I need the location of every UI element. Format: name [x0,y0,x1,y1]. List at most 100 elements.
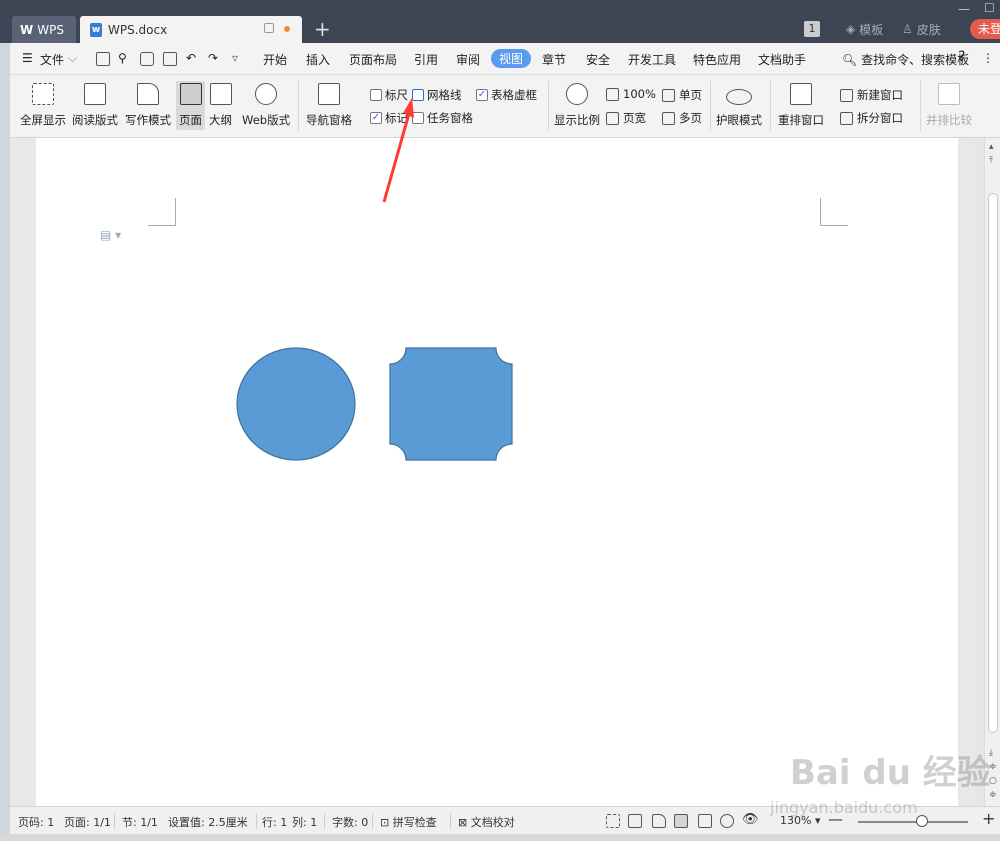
zoom-100-button[interactable]: 100% [606,87,656,101]
table-frame-checkbox[interactable]: ✓ 表格虚框 [476,87,537,103]
multi-page-button[interactable]: 多页 [662,110,702,126]
print-preview-icon[interactable] [163,52,177,66]
menu-review[interactable]: 审阅 [456,51,480,68]
skin-button[interactable]: ♙ 皮肤 [902,20,941,38]
task-pane-checkbox[interactable]: 任务窗格 [412,110,473,126]
status-row[interactable]: 行: 1 [262,814,287,830]
eye-protection-label: 护眼模式 [716,113,762,127]
menu-special[interactable]: 特色应用 [693,51,741,68]
hamburger-icon[interactable]: ☰ [22,51,33,65]
zoom-slider-track[interactable] [858,821,968,823]
menu-chapter[interactable]: 章节 [542,51,566,68]
window-count[interactable]: 1 [804,20,820,38]
spell-check-button[interactable]: ⊡ 拼写检查 [380,814,437,830]
new-window-icon [840,88,853,102]
pencil-icon [137,83,159,105]
multi-page-label: 多页 [679,111,702,125]
side-by-side-button[interactable]: 并排比较 [926,83,972,128]
rearrange-window-icon [790,83,812,105]
save-icon[interactable] [96,52,110,66]
circle-shape[interactable] [236,347,356,461]
outline-icon [209,83,232,105]
outline-button[interactable]: 大纲 [209,83,232,128]
navigation-pane-button[interactable]: 导航窗格 [306,83,352,128]
quick-access-more-icon[interactable]: ▿ [232,51,238,65]
eye-mode-status-icon[interactable]: 👁︎ [742,812,759,827]
web-layout-button[interactable]: Web版式 [242,83,290,128]
print-icon[interactable] [140,52,154,66]
menu-references[interactable]: 引用 [414,51,438,68]
split-window-label: 拆分窗口 [857,111,903,125]
fullscreen-label: 全屏显示 [20,113,66,127]
scroll-up-icon[interactable]: ▴ [989,142,994,152]
help-icon[interactable]: ? [958,49,965,65]
zoom-ratio-button[interactable]: 显示比例 [554,83,600,128]
status-section[interactable]: 节: 1/1 [122,814,158,830]
spell-check-icon: ⊡ [380,816,390,829]
command-search[interactable]: 🔍︎ 查找命令、搜索模板 [842,51,969,68]
page-width-button[interactable]: 页宽 [606,110,646,126]
plaque-shape[interactable] [389,347,513,461]
menu-insert[interactable]: 插入 [306,51,330,68]
reading-layout-button[interactable]: 阅读版式 [72,83,118,128]
pin-icon[interactable] [264,23,274,33]
globe-icon [255,83,278,105]
fullscreen-view-icon[interactable] [606,814,620,828]
split-window-button[interactable]: 拆分窗口 [840,110,903,126]
outline-view-icon[interactable] [698,814,712,828]
status-page-number[interactable]: 页码: 1 [18,814,54,830]
page-view-status-icon[interactable] [674,814,688,828]
scroll-page-up-icon[interactable]: ⤒ [989,156,993,166]
status-word-count[interactable]: 字数: 0 [332,814,368,830]
menu-developer[interactable]: 开发工具 [628,51,676,68]
more-options-icon[interactable]: ⋮ [982,51,994,65]
baidu-watermark-url: jingyan.baidu.com [770,798,918,817]
menu-assistant[interactable]: 文档助手 [758,51,806,68]
web-view-icon[interactable] [720,814,734,828]
eye-protection-button[interactable]: 护眼模式 [716,83,762,128]
title-bar: W WPS w WPS.docx + 1 ◈ 模板 ♙ 皮肤 未登 — ☐ [0,0,1000,43]
scrollbar-thumb[interactable] [988,193,998,733]
tab-document[interactable]: w WPS.docx [80,16,302,43]
undo-icon[interactable]: ↶ [186,51,196,65]
format-painter-icon[interactable]: ⚲ [118,51,127,65]
new-window-button[interactable]: 新建窗口 [840,87,903,103]
status-column[interactable]: 列: 1 [292,814,317,830]
outline-label: 大纲 [209,113,232,127]
writing-mode-button[interactable]: 写作模式 [125,83,171,128]
template-label: 模板 [859,22,884,37]
status-pages[interactable]: 页面: 1/1 [64,814,111,830]
single-page-label: 单页 [679,88,702,102]
task-pane-label: 任务窗格 [427,111,473,125]
document-icon: w [90,22,102,37]
tab-wps-home[interactable]: W WPS [12,16,76,43]
template-button[interactable]: ◈ 模板 [846,20,883,38]
rearrange-window-button[interactable]: 重排窗口 [778,83,824,128]
page-layout-button[interactable]: 页面 [176,81,205,130]
status-setting[interactable]: 设置值: 2.5厘米 [168,814,248,830]
single-page-icon [662,88,675,102]
gridlines-checkbox[interactable]: 网格线 [412,87,462,103]
zoom-in-icon[interactable]: + [982,809,995,828]
menu-page-layout[interactable]: 页面布局 [349,51,397,68]
writing-mode-label: 写作模式 [125,113,171,127]
vertical-scrollbar[interactable]: ▴ ⤒ ⤓ ≑ ○ ≑ [984,138,1000,806]
login-button[interactable]: 未登 [970,19,1000,39]
chevron-down-icon[interactable]: ⌵ [68,51,77,66]
menu-home[interactable]: 开始 [263,51,287,68]
fullscreen-button[interactable]: 全屏显示 [20,83,66,128]
document-page[interactable]: ▤ ▾ [36,138,958,806]
single-page-button[interactable]: 单页 [662,87,702,103]
writing-view-icon[interactable] [652,814,666,828]
menu-bar: ☰ 文件 ⌵ ⚲ ↶ ↷ ▿ 开始 插入 页面布局 引用 审阅 视图 章节 安全… [10,43,1000,75]
minimize-icon[interactable]: — [958,2,970,16]
menu-view[interactable]: 视图 [491,49,532,68]
document-proof-button[interactable]: ⊠ 文档校对 [458,814,515,830]
fullscreen-icon [32,83,54,105]
reading-view-icon[interactable] [628,814,642,828]
menu-security[interactable]: 安全 [586,51,610,68]
maximize-icon[interactable]: ☐ [984,1,995,15]
menu-file[interactable]: 文件 [40,51,64,68]
new-tab-button[interactable]: + [314,17,331,41]
redo-icon[interactable]: ↷ [208,51,218,65]
